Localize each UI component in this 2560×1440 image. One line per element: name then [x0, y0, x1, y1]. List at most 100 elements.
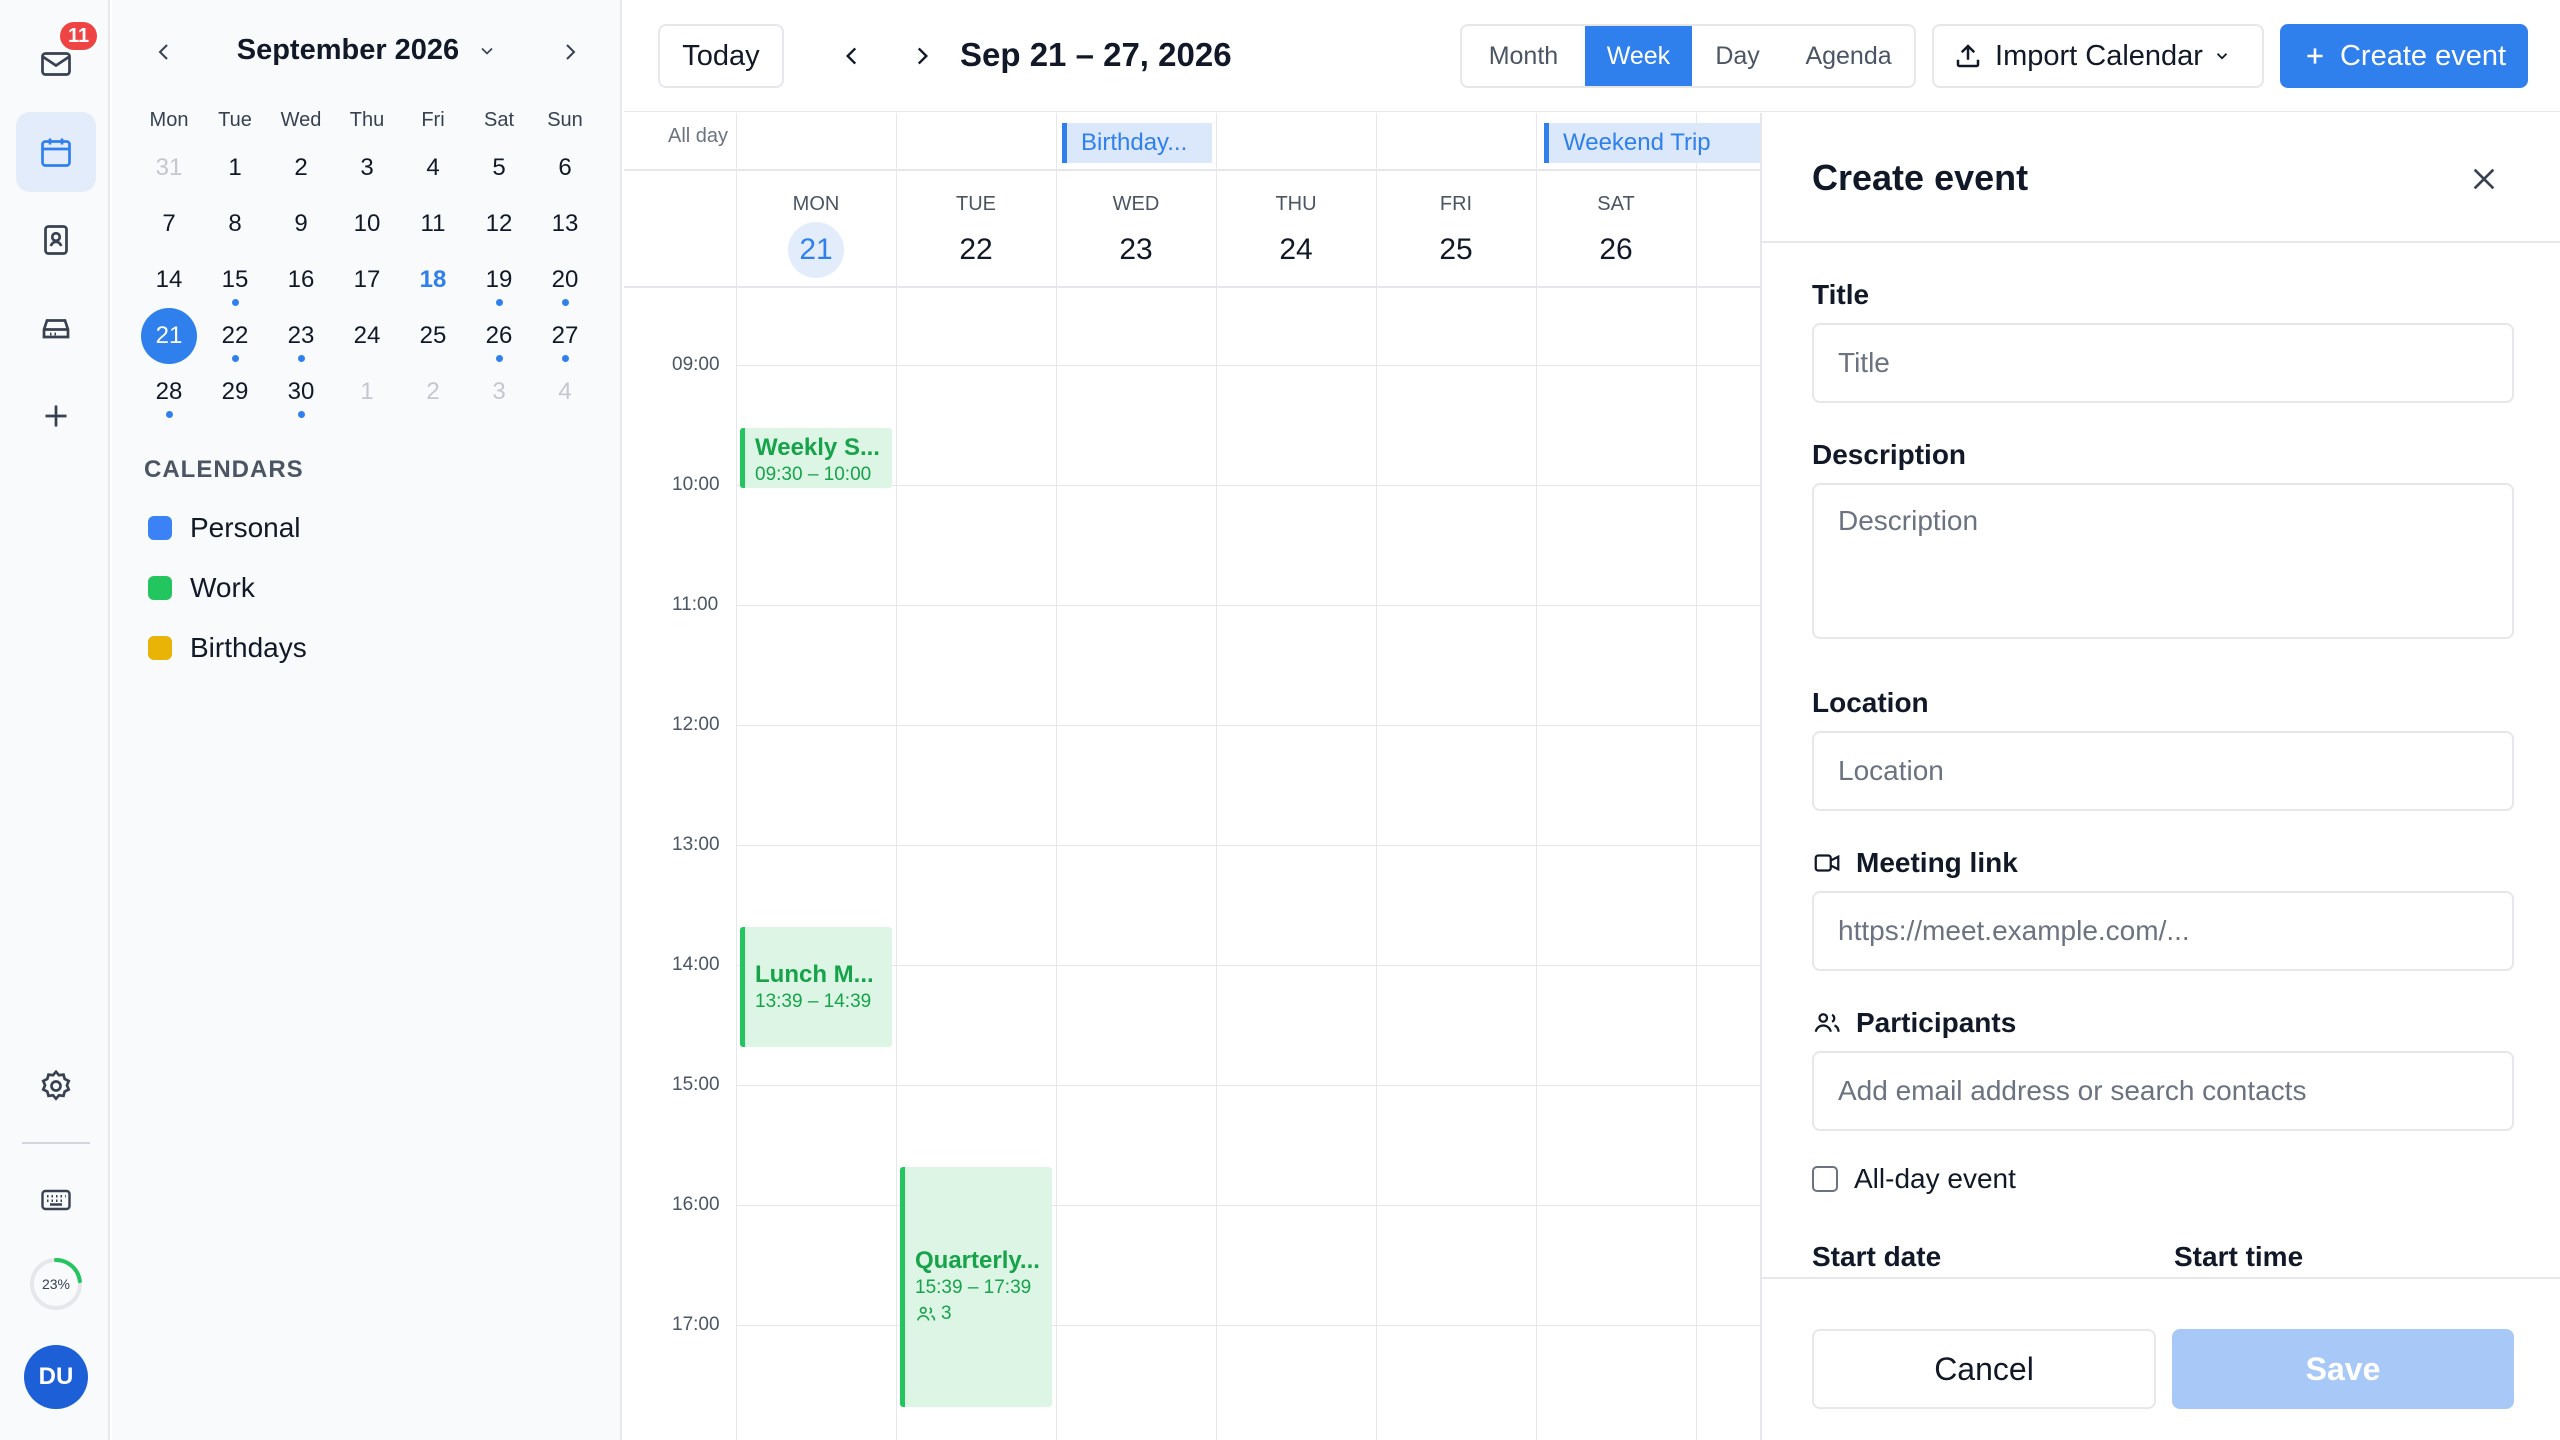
event-dot [562, 299, 569, 306]
hour-label: 13:00 [672, 834, 720, 855]
mini-day-cell[interactable]: 16 [268, 252, 334, 308]
mini-day-cell[interactable]: 18 [400, 252, 466, 308]
add-app-button[interactable] [16, 376, 96, 456]
mini-day-cell[interactable]: 30 [268, 364, 334, 420]
mini-day-cell[interactable]: 3 [334, 140, 400, 196]
calendar-nav-button[interactable] [16, 112, 96, 192]
calendar-event[interactable]: Weekly S... 09:30 – 10:00 [740, 428, 892, 488]
mini-day-cell[interactable]: 17 [334, 252, 400, 308]
mini-day-cell[interactable]: 12 [466, 196, 532, 252]
chevron-left-icon [845, 47, 857, 65]
day-header[interactable]: S [1696, 171, 1760, 288]
mini-day-cell[interactable]: 27 [532, 308, 598, 364]
mini-day-cell[interactable]: 14 [136, 252, 202, 308]
keyboard-shortcuts-button[interactable] [16, 1160, 96, 1240]
prev-week-button[interactable] [834, 38, 870, 74]
mini-day-cell[interactable]: 4 [400, 140, 466, 196]
participants-input[interactable] [1812, 1051, 2514, 1131]
mini-day-cell[interactable]: 23 [268, 308, 334, 364]
calendar-icon [41, 138, 71, 167]
close-panel-button[interactable] [2462, 157, 2506, 201]
mini-day-number: 29 [221, 378, 249, 405]
event-title: Lunch M... [755, 961, 874, 988]
next-week-button[interactable] [904, 38, 940, 74]
chevron-down-icon [2216, 53, 2228, 60]
mini-next-month-button[interactable] [552, 34, 588, 70]
calendar-event[interactable]: Quarterly... 15:39 – 17:39 3 [900, 1167, 1052, 1407]
calendar-item-work[interactable]: Work [148, 568, 255, 608]
mini-day-cell[interactable]: 20 [532, 252, 598, 308]
mini-day-cell[interactable]: 1 [202, 140, 268, 196]
mini-day-cell[interactable]: 22 [202, 308, 268, 364]
day-header[interactable]: FRI 25 [1376, 171, 1536, 288]
day-header[interactable]: SAT 26 [1536, 171, 1696, 288]
day-header[interactable]: MON 21 [736, 171, 896, 288]
mini-day-cell[interactable]: 4 [532, 364, 598, 420]
create-event-panel: Create event Title Description Location … [1760, 113, 2560, 1440]
mini-day-cell[interactable]: 9 [268, 196, 334, 252]
view-tab-month[interactable]: Month [1462, 26, 1585, 86]
meeting-link-input[interactable] [1812, 891, 2514, 971]
mini-day-cell[interactable]: 6 [532, 140, 598, 196]
mini-day-number: 7 [162, 210, 176, 237]
mini-day-cell[interactable]: 1 [334, 364, 400, 420]
close-icon [2473, 168, 2495, 190]
calendar-item-label: Personal [190, 512, 301, 543]
mini-day-cell[interactable]: 3 [466, 364, 532, 420]
mini-day-cell[interactable]: 7 [136, 196, 202, 252]
mini-day-cell[interactable]: 25 [400, 308, 466, 364]
mini-day-cell[interactable]: 15 [202, 252, 268, 308]
create-event-button[interactable]: Create event [2280, 24, 2528, 88]
mini-day-cell[interactable]: 2 [400, 364, 466, 420]
day-header[interactable]: TUE 22 [896, 171, 1056, 288]
mini-month-selector[interactable]: September 2026 [112, 34, 622, 67]
description-input[interactable] [1812, 483, 2514, 639]
calendar-event[interactable]: Lunch M... 13:39 – 14:39 [740, 927, 892, 1047]
view-tab-agenda[interactable]: Agenda [1783, 26, 1914, 86]
avatar[interactable]: DU [24, 1345, 88, 1409]
mini-day-cell[interactable]: 31 [136, 140, 202, 196]
title-input[interactable] [1812, 323, 2514, 403]
view-tab-day[interactable]: Day [1692, 26, 1783, 86]
mini-day-cell[interactable]: 29 [202, 364, 268, 420]
mini-day-cell[interactable]: 8 [202, 196, 268, 252]
chevron-right-icon [566, 44, 576, 60]
today-button[interactable]: Today [658, 24, 784, 88]
location-input[interactable] [1812, 731, 2514, 811]
all-day-event[interactable]: Weekend Trip [1544, 123, 1760, 163]
mini-day-cell[interactable]: 11 [400, 196, 466, 252]
day-header[interactable]: THU 24 [1216, 171, 1376, 288]
day-header[interactable]: WED 23 [1056, 171, 1216, 288]
save-button[interactable]: Save [2172, 1329, 2514, 1409]
mini-day-number: 17 [353, 266, 381, 293]
mini-day-cell[interactable]: 28 [136, 364, 202, 420]
mini-day-cell[interactable]: 5 [466, 140, 532, 196]
view-tab-week[interactable]: Week [1584, 26, 1692, 86]
mini-day-cell[interactable]: 21 [136, 308, 202, 364]
contacts-nav-button[interactable] [16, 200, 96, 280]
drive-nav-button[interactable] [16, 288, 96, 368]
event-time: 13:39 – 14:39 [755, 991, 872, 1012]
day-header-weekday: THU [1275, 193, 1317, 215]
mini-day-cell[interactable]: 13 [532, 196, 598, 252]
hour-gridline [736, 1085, 1760, 1086]
mini-day-cell[interactable]: 24 [334, 308, 400, 364]
mini-day-number: 23 [287, 322, 315, 349]
mini-weekday-label: Sat [483, 109, 515, 131]
mini-weekday-header: Mon Tue Wed Thu Fri Sat Sun [136, 100, 598, 140]
cancel-button[interactable]: Cancel [1812, 1329, 2156, 1409]
mini-day-cell[interactable]: 2 [268, 140, 334, 196]
day-column-divider [1696, 113, 1697, 1440]
all-day-checkbox[interactable] [1812, 1166, 1838, 1192]
all-day-event[interactable]: Birthday... [1062, 123, 1212, 163]
settings-button[interactable] [16, 1046, 96, 1126]
import-calendar-button[interactable]: Import Calendar [1932, 24, 2264, 88]
mini-day-cell[interactable]: 26 [466, 308, 532, 364]
all-day-toggle[interactable]: All-day event [1812, 1163, 2016, 1195]
calendar-item-birthdays[interactable]: Birthdays [148, 628, 307, 668]
mini-day-cell[interactable]: 19 [466, 252, 532, 308]
mini-day-cell[interactable]: 10 [334, 196, 400, 252]
day-column-divider [1216, 113, 1217, 1440]
calendar-item-personal[interactable]: Personal [148, 508, 301, 548]
mini-day-number: 9 [294, 210, 308, 237]
